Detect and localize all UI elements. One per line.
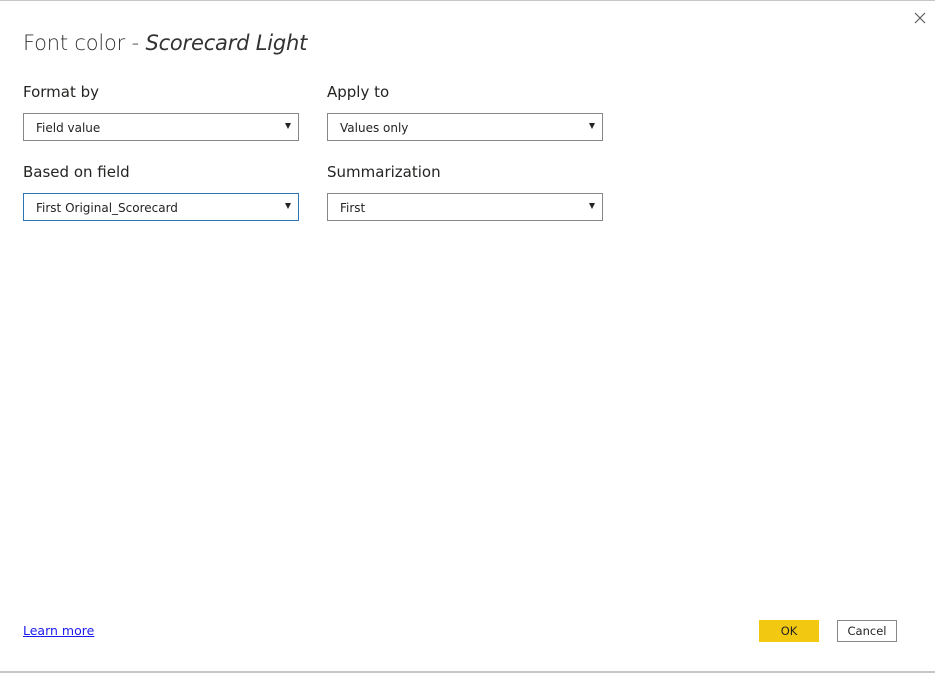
based-on-field-dropdown[interactable]: First Original_Scorecard	[23, 193, 299, 221]
apply-to-value: Values only	[340, 121, 409, 135]
ok-button[interactable]: OK	[759, 620, 819, 642]
chevron-down-icon	[589, 203, 595, 209]
summarization-value: First	[340, 201, 366, 215]
based-on-field-label: Based on field	[23, 163, 130, 181]
close-button[interactable]	[911, 9, 929, 27]
format-by-label: Format by	[23, 83, 100, 101]
format-by-value: Field value	[36, 121, 101, 135]
cancel-button[interactable]: Cancel	[837, 620, 897, 642]
apply-to-label: Apply to	[327, 83, 390, 101]
dialog-title-text: Font color -	[23, 31, 146, 55]
summarization-dropdown[interactable]: First	[327, 193, 603, 221]
dialog-subtitle: Scorecard Light	[145, 31, 308, 55]
font-color-dialog: Font color - Scorecard Light Format by F…	[0, 0, 935, 673]
summarization-label: Summarization	[327, 163, 441, 181]
close-icon	[914, 12, 926, 24]
chevron-down-icon	[285, 203, 291, 209]
learn-more-link[interactable]: Learn more	[23, 623, 94, 638]
based-on-field-value: First Original_Scorecard	[36, 201, 178, 215]
format-by-dropdown[interactable]: Field value	[23, 113, 299, 141]
chevron-down-icon	[285, 123, 291, 129]
apply-to-dropdown[interactable]: Values only	[327, 113, 603, 141]
dialog-title: Font color - Scorecard Light	[23, 31, 307, 55]
chevron-down-icon	[589, 123, 595, 129]
